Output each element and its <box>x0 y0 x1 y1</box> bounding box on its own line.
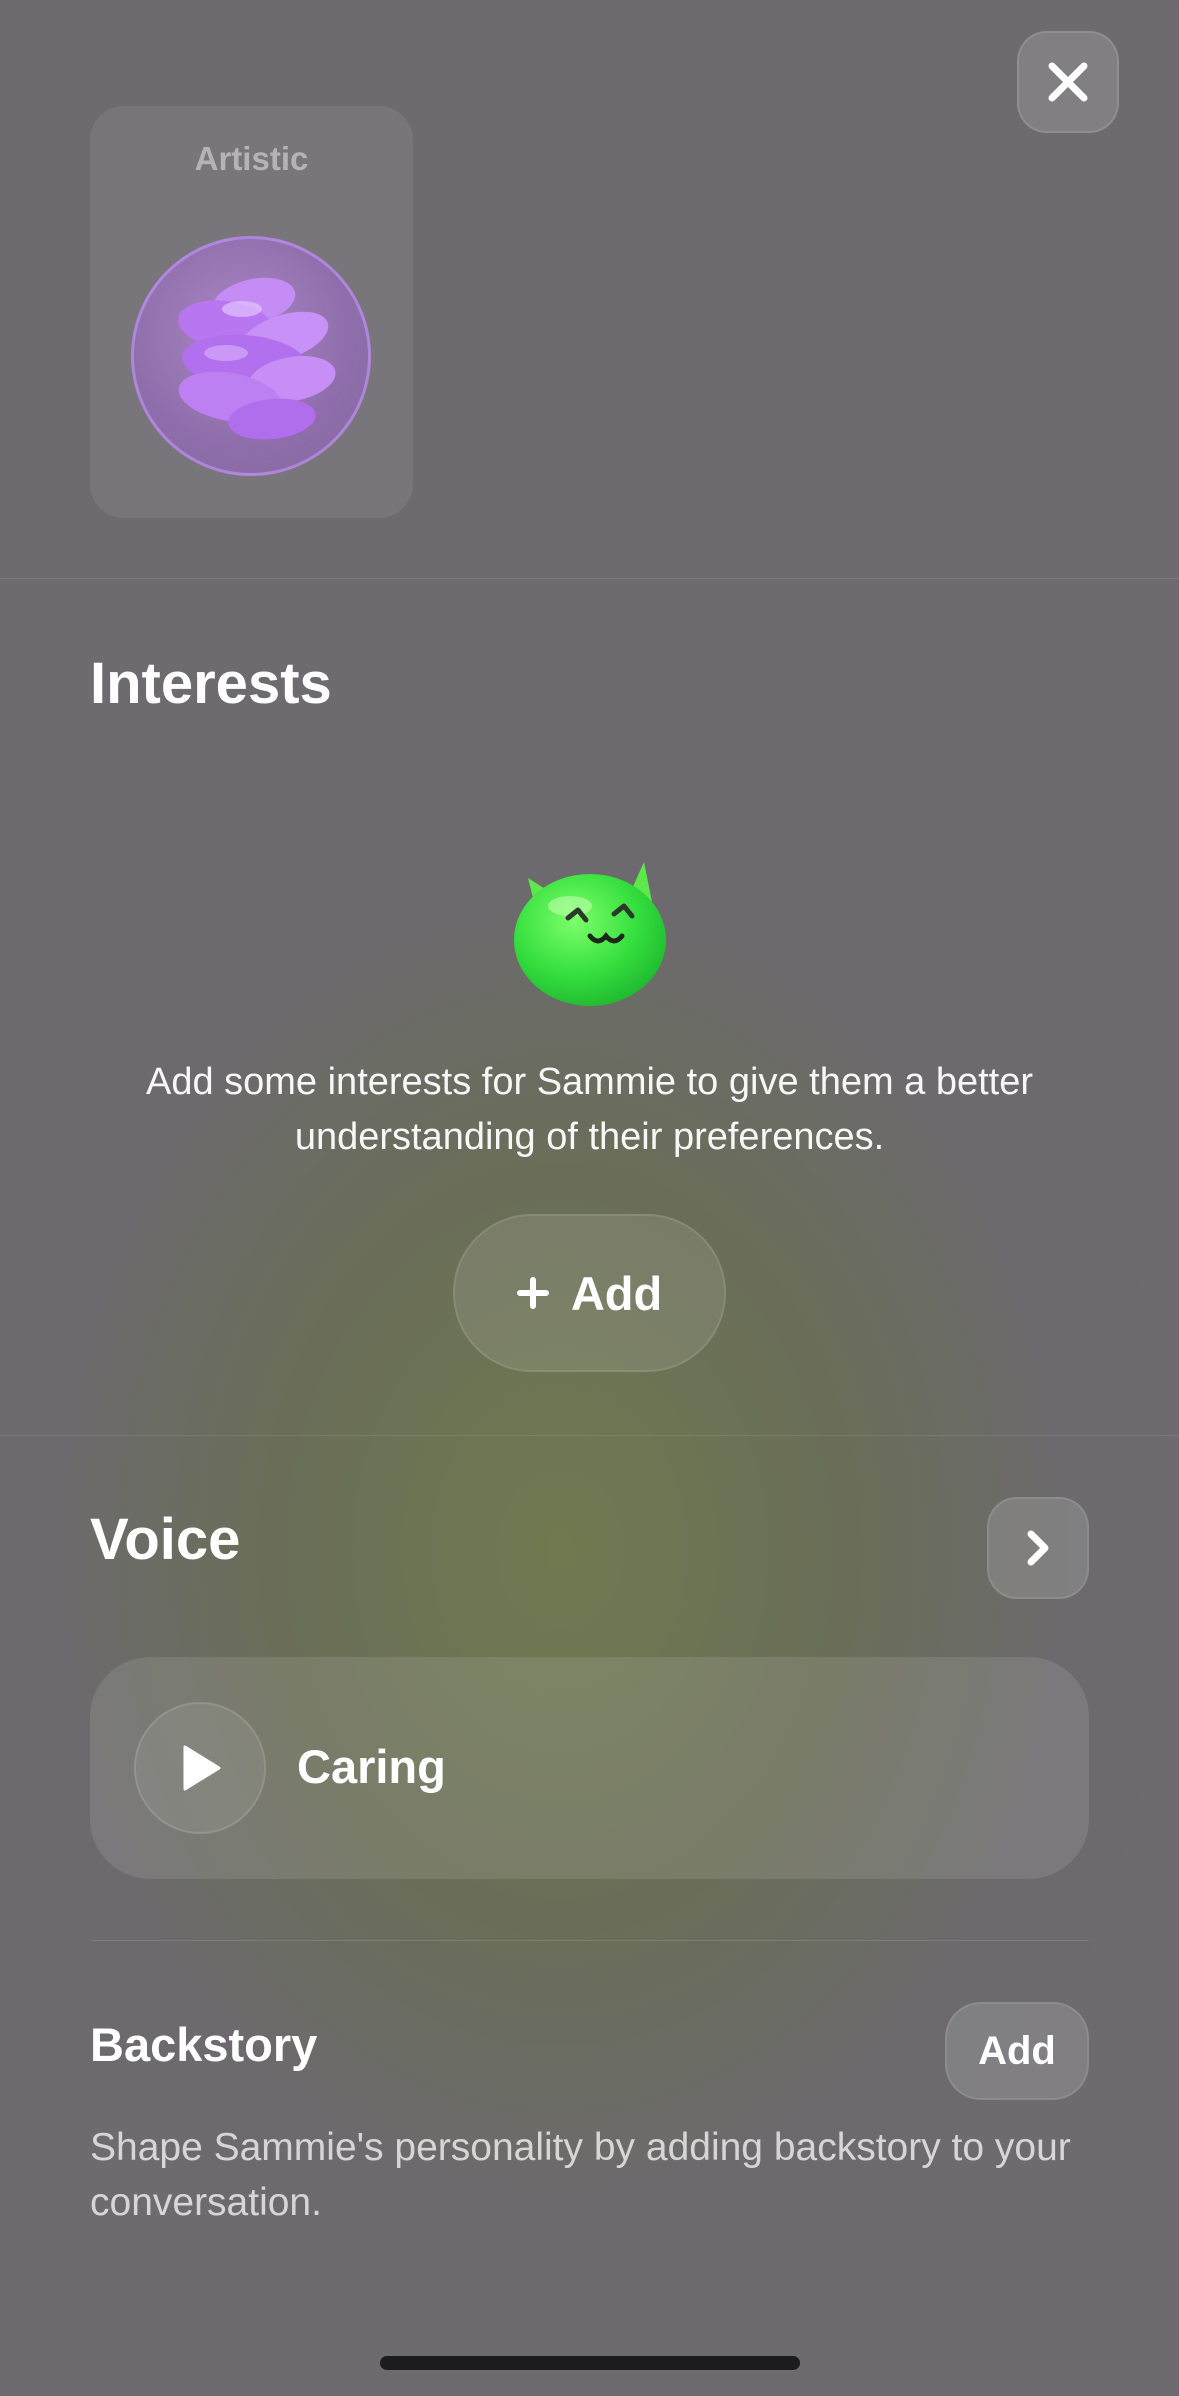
add-interest-label: Add <box>570 1266 663 1320</box>
close-icon <box>1048 62 1088 102</box>
green-cat-mascot-icon <box>506 840 676 1010</box>
voice-title: Voice <box>90 1507 241 1572</box>
plus-icon <box>516 1277 549 1309</box>
close-button[interactable] <box>1017 31 1119 133</box>
backstory-title: Backstory <box>90 2018 318 2071</box>
interests-description: Add some interests for Sammie to give th… <box>145 1061 1034 1158</box>
backstory-description: Shape Sammie's personality by adding bac… <box>90 2126 1071 2224</box>
section-divider <box>0 578 1179 579</box>
play-icon <box>183 1745 221 1791</box>
voice-open-button[interactable] <box>987 1497 1089 1599</box>
section-divider <box>0 1435 1179 1436</box>
trait-card-artistic[interactable]: Artistic <box>90 106 413 518</box>
top-fade <box>0 0 1179 30</box>
add-interest-button[interactable]: Add <box>453 1214 726 1372</box>
purple-orb-icon <box>131 236 371 476</box>
voice-card[interactable]: Caring <box>90 1657 1089 1879</box>
home-indicator[interactable] <box>380 2356 800 2370</box>
chevron-right-icon <box>1027 1530 1049 1566</box>
add-backstory-button[interactable]: Add <box>945 2002 1089 2100</box>
trait-label: Artistic <box>194 140 309 177</box>
voice-name: Caring <box>297 1740 446 1793</box>
voice-divider <box>90 1940 1089 1941</box>
play-voice-button[interactable] <box>134 1702 266 1834</box>
interests-title: Interests <box>90 651 332 716</box>
